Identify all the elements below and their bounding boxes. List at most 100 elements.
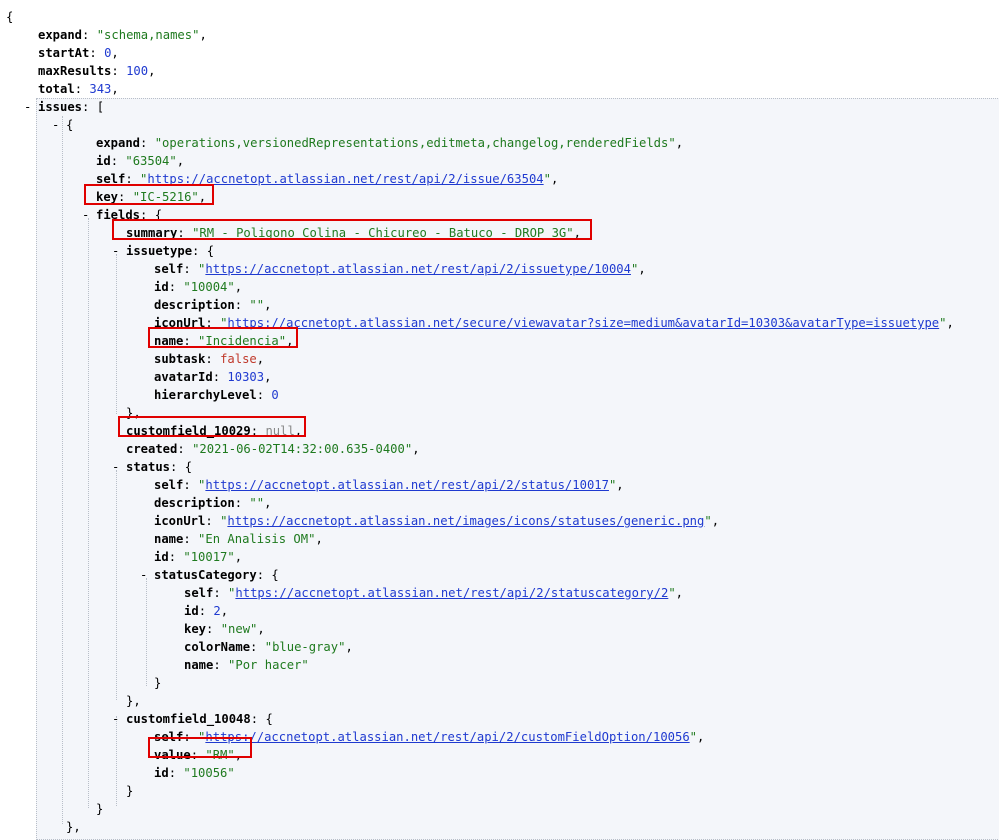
colon: : bbox=[89, 46, 105, 60]
colon: : bbox=[82, 100, 97, 114]
colon: : bbox=[183, 478, 199, 492]
json-string-value: "" bbox=[249, 298, 265, 312]
comma: , bbox=[264, 496, 272, 510]
json-key: name bbox=[154, 532, 184, 546]
json-line: iconUrl: "https://accnetopt.atlassian.ne… bbox=[154, 314, 954, 332]
json-url-link[interactable]: https://accnetopt.atlassian.net/rest/api… bbox=[147, 172, 543, 186]
json-key: maxResults bbox=[38, 64, 112, 78]
json-key: created bbox=[126, 442, 178, 456]
collapse-toggle[interactable]: - bbox=[82, 206, 89, 224]
comma: , bbox=[234, 748, 243, 762]
json-url-link[interactable]: https://accnetopt.atlassian.net/images/i… bbox=[227, 514, 704, 528]
json-line: expand: "operations,versionedRepresentat… bbox=[96, 134, 683, 152]
colon: : bbox=[183, 334, 199, 348]
json-url-link[interactable]: https://accnetopt.atlassian.net/rest/api… bbox=[205, 478, 609, 492]
collapse-toggle[interactable]: - bbox=[52, 116, 59, 134]
json-line: maxResults: 100, bbox=[38, 62, 155, 80]
json-bracket: } bbox=[96, 802, 104, 816]
json-line: id: "63504", bbox=[96, 152, 184, 170]
collapse-toggle[interactable]: - bbox=[112, 242, 119, 260]
json-key: value bbox=[154, 748, 191, 762]
json-viewer: { expand: "schema,names", startAt: 0, maxR… bbox=[0, 0, 999, 840]
json-string-value: "IC-5216" bbox=[132, 190, 199, 204]
comma: , bbox=[198, 190, 207, 204]
json-key: self bbox=[154, 730, 184, 744]
json-key: avatarId bbox=[154, 370, 213, 384]
json-key: description bbox=[154, 298, 235, 312]
quote: " bbox=[689, 730, 698, 744]
json-number-value: 2 bbox=[213, 604, 221, 618]
colon: : bbox=[205, 352, 221, 366]
json-key: id bbox=[154, 280, 169, 294]
json-key: id bbox=[154, 766, 169, 780]
comma: , bbox=[264, 370, 272, 384]
json-line: }, bbox=[126, 404, 141, 422]
comma: , bbox=[315, 532, 323, 546]
colon: : bbox=[234, 496, 250, 510]
status-object-guide bbox=[116, 470, 117, 700]
json-url-link[interactable]: https://accnetopt.atlassian.net/rest/api… bbox=[205, 730, 689, 744]
json-line: total: 343, bbox=[38, 80, 119, 98]
issuetype-object-guide bbox=[116, 254, 117, 414]
colon: : bbox=[168, 766, 184, 780]
json-string-value: "new" bbox=[220, 622, 258, 636]
json-null-value: null bbox=[265, 424, 295, 438]
json-line: fields: { bbox=[96, 206, 162, 224]
json-line: value: "RM", bbox=[154, 746, 242, 764]
json-string-value: "10017" bbox=[183, 550, 235, 564]
json-line: }, bbox=[66, 818, 81, 836]
json-key: summary bbox=[126, 226, 178, 240]
json-string-value: "2021-06-02T14:32:00.635-0400" bbox=[192, 442, 413, 456]
comma: , bbox=[234, 550, 243, 564]
collapse-toggle[interactable]: - bbox=[112, 458, 119, 476]
collapse-toggle[interactable]: - bbox=[112, 710, 119, 728]
json-line: id: 2, bbox=[184, 602, 228, 620]
json-line: name: "Por hacer" bbox=[184, 656, 309, 674]
colon: : bbox=[183, 262, 199, 276]
json-key: description bbox=[154, 496, 235, 510]
comma: , bbox=[256, 352, 265, 366]
colon: : bbox=[125, 172, 141, 186]
colon: : bbox=[212, 370, 228, 384]
json-bracket: { bbox=[66, 118, 74, 132]
json-key: status bbox=[126, 460, 171, 474]
json-line: id: "10017", bbox=[154, 548, 242, 566]
comma: , bbox=[176, 154, 185, 168]
colon: : bbox=[250, 424, 266, 438]
colon: : bbox=[183, 532, 199, 546]
colon: : bbox=[82, 28, 97, 42]
json-url-link[interactable]: https://accnetopt.atlassian.net/rest/api… bbox=[205, 262, 631, 276]
comma: , bbox=[286, 334, 294, 348]
json-number-value: 10303 bbox=[227, 370, 265, 384]
collapse-toggle[interactable]: - bbox=[24, 98, 31, 116]
json-bracket: { bbox=[206, 244, 215, 258]
colon: : bbox=[198, 604, 214, 618]
quote: " bbox=[668, 586, 676, 600]
json-key: statusCategory bbox=[154, 568, 257, 582]
json-line: self: "https://accnetopt.atlassian.net/r… bbox=[154, 728, 704, 746]
colon: : bbox=[168, 550, 184, 564]
json-line: customfield_10048: { bbox=[126, 710, 273, 728]
json-line: statusCategory: { bbox=[154, 566, 279, 584]
json-key: id bbox=[184, 604, 199, 618]
json-line: self: "https://accnetopt.atlassian.net/r… bbox=[154, 260, 646, 278]
collapse-toggle[interactable]: - bbox=[140, 566, 147, 584]
json-key: hierarchyLevel bbox=[154, 388, 257, 402]
colon: : bbox=[118, 190, 133, 204]
colon: : bbox=[234, 298, 250, 312]
json-key: expand bbox=[96, 136, 141, 150]
json-line: colorName: "blue-gray", bbox=[184, 638, 353, 656]
json-bracket: }, bbox=[126, 694, 141, 708]
json-url-link[interactable]: https://accnetopt.atlassian.net/rest/api… bbox=[235, 586, 668, 600]
json-line: }, bbox=[126, 692, 141, 710]
comma: , bbox=[264, 298, 272, 312]
json-string-value: "RM" bbox=[205, 748, 235, 762]
colon: : bbox=[213, 658, 229, 672]
json-line: iconUrl: "https://accnetopt.atlassian.ne… bbox=[154, 512, 719, 530]
json-string-value: "schema,names" bbox=[96, 28, 200, 42]
json-bracket: } bbox=[154, 676, 162, 690]
json-url-link[interactable]: https://accnetopt.atlassian.net/secure/v… bbox=[227, 316, 939, 330]
json-line: key: "new", bbox=[184, 620, 265, 638]
colon: : bbox=[177, 226, 193, 240]
json-string-value: "10056" bbox=[183, 766, 235, 780]
